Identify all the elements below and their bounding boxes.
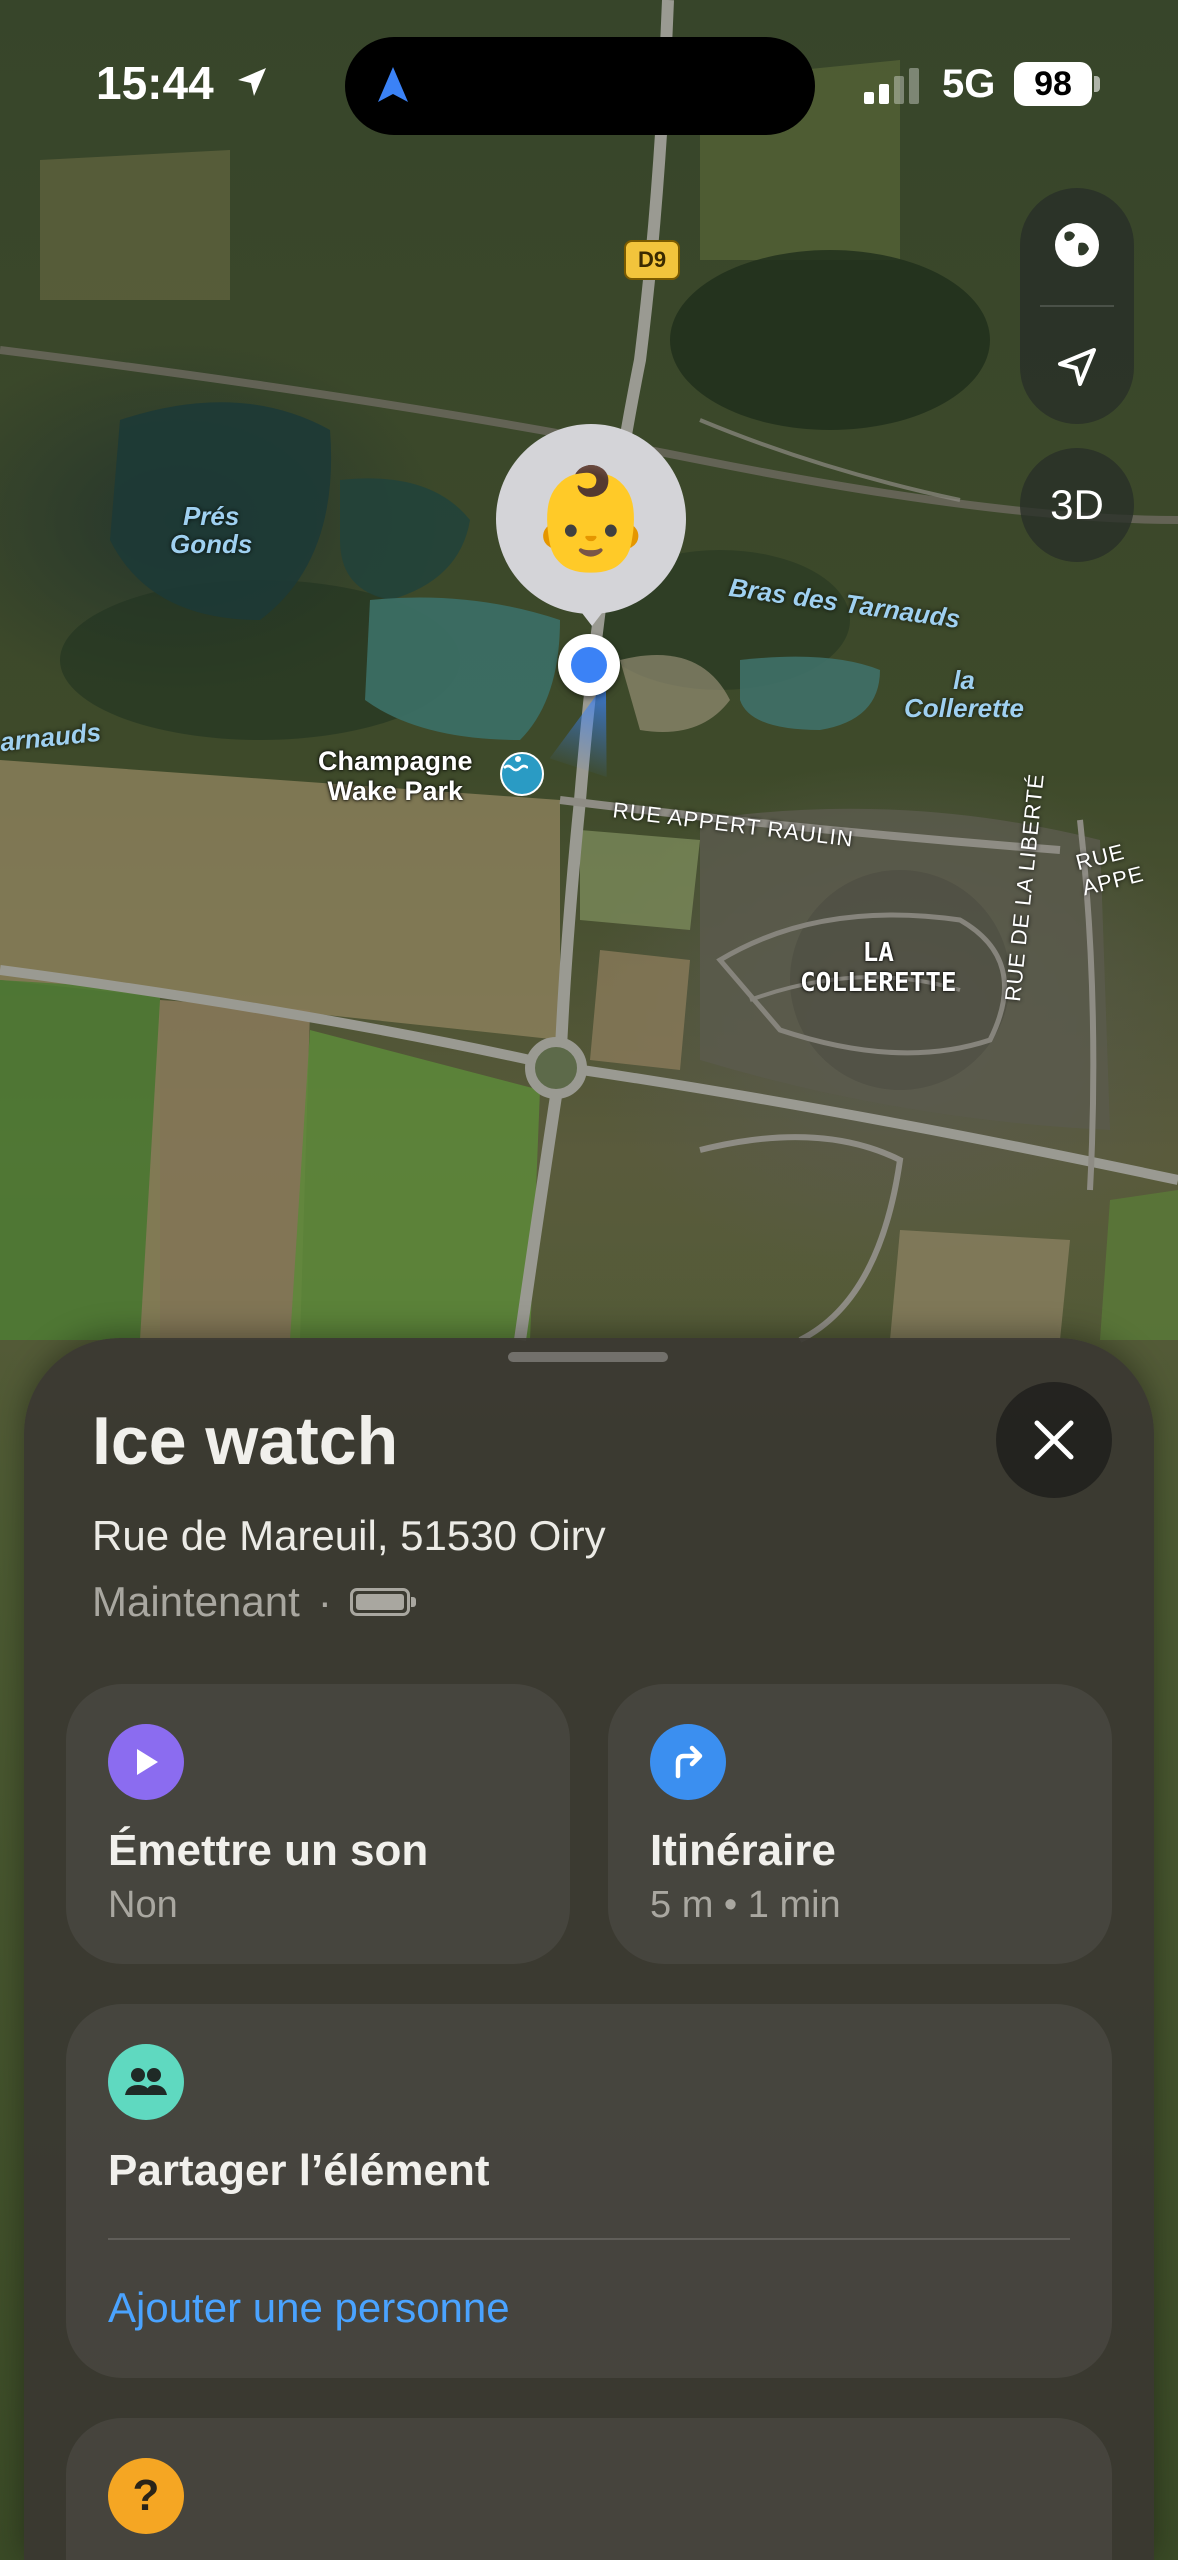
navigation-arrow-icon [378,67,408,102]
map-label-line: Collerette [904,693,1024,723]
item-detail-sheet: Ice watch Rue de Mareuil, 51530 Oiry Mai… [24,1338,1154,2560]
dynamic-island[interactable] [345,37,815,135]
sheet-grabber[interactable] [508,1352,668,1362]
more-info-card[interactable]: ? [66,2418,1112,2560]
item-title: Ice watch [92,1403,399,1479]
battery-tip [1094,76,1100,92]
battery-fill [355,1594,404,1610]
item-pin-avatar[interactable]: 👶 [496,424,686,614]
map-controls [1020,188,1134,424]
map-label-champagne-wake-park[interactable]: Champagne Wake Park [318,746,473,806]
last-seen-label: Maintenant [92,1578,300,1625]
play-icon [108,1724,184,1800]
meta-separator: · [317,1578,332,1625]
map-label-la-collerette: LA COLLERETTE [800,938,957,998]
share-divider [108,2238,1070,2240]
play-sound-status: Non [108,1884,178,1926]
add-person-link[interactable]: Ajouter une personne [108,2284,510,2332]
3d-toggle-button[interactable]: 3D [1020,448,1134,562]
map-label-line: LA [862,938,894,968]
recenter-button[interactable] [1020,310,1134,424]
item-address: Rue de Mareuil, 51530 Oiry [92,1512,606,1559]
map-label-line: COLLERETTE [800,968,957,998]
status-time: 15:44 [96,57,214,109]
close-button[interactable] [996,1382,1112,1498]
map-label-pres-gonds: Prés Gonds [170,502,252,558]
directions-title: Itinéraire [650,1826,836,1875]
turn-right-icon [650,1724,726,1800]
people-icon [108,2044,184,2120]
current-location-dot [558,634,620,696]
battery-icon [349,1588,416,1616]
share-item-card: Partager l’élément Ajouter une personne [66,2004,1112,2378]
map-label-line: Gonds [170,529,253,559]
play-sound-button[interactable]: Émettre un son Non [66,1684,570,1964]
controls-divider [1040,305,1114,307]
road-badge-d9: D9 [624,240,680,280]
battery-level: 98 [1014,62,1092,106]
question-icon: ? [108,2458,184,2534]
location-services-icon [238,68,266,96]
map-label-la-collerette-water: la Collerette [904,666,1024,722]
map-label-line: la [953,665,975,695]
item-status-line: Maintenant · [92,1578,416,1626]
share-item-title: Partager l’élément [108,2146,490,2195]
cellular-signal-icon [864,68,919,104]
network-type: 5G [942,62,996,106]
directions-eta: 5 m • 1 min [650,1884,841,1926]
play-sound-title: Émettre un son [108,1826,429,1875]
close-icon [1034,1420,1074,1460]
item-pin-tail [572,600,612,626]
map-label-line: Prés [182,501,240,531]
map-mode-button[interactable] [1020,188,1134,302]
globe-icon [1055,223,1099,267]
map-label-line: Champagne [318,746,473,776]
swimming-poi-icon[interactable] [500,752,544,796]
current-location-dot-core [571,647,607,683]
location-arrow-icon [1058,348,1096,386]
map-label-line: Wake Park [327,776,464,806]
directions-button[interactable]: Itinéraire 5 m • 1 min [608,1684,1112,1964]
